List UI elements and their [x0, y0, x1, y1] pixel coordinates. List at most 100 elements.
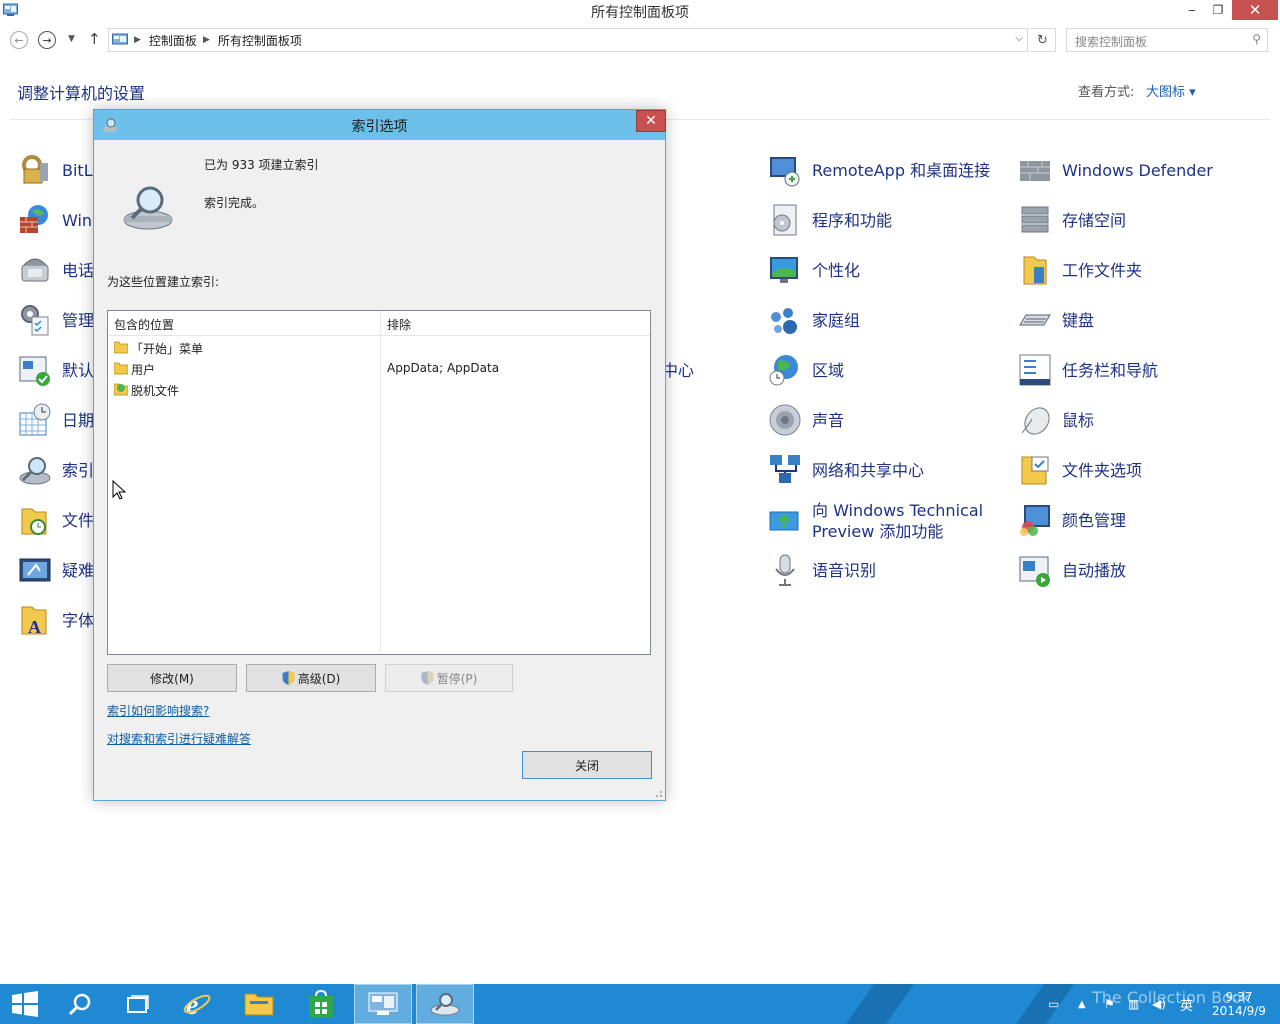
flag-icon[interactable]: ⚑: [1104, 984, 1115, 1024]
cp-item-region[interactable]: 区域: [768, 353, 844, 387]
cp-item-troubleshoot[interactable]: 疑难: [18, 553, 94, 587]
start-button[interactable]: [0, 984, 50, 1024]
cp-item-label: 程序和功能: [812, 210, 893, 230]
locations-table[interactable]: 包含的位置 排除 「开始」菜单 用户 AppData; AppData 脱机文件: [107, 310, 651, 655]
table-row[interactable]: 「开始」菜单: [108, 337, 650, 358]
refresh-icon[interactable]: ↻: [1030, 28, 1056, 52]
dialog-title-bar[interactable]: 索引选项 ✕: [94, 110, 666, 140]
control-panel-taskbar-button[interactable]: [354, 984, 412, 1024]
cp-item-add-features[interactable]: 向 Windows Technical Preview 添加功能: [768, 500, 1002, 542]
cp-item-homegroup[interactable]: 家庭组: [768, 303, 860, 337]
maximize-button[interactable]: ❐: [1206, 0, 1230, 20]
forward-icon[interactable]: →: [38, 31, 56, 49]
table-row[interactable]: 脱机文件: [108, 379, 650, 400]
cp-item-label: 颜色管理: [1062, 510, 1127, 530]
breadcrumb-all-items[interactable]: 所有控制面板项: [218, 32, 302, 49]
advanced-button[interactable]: 高级(D): [246, 664, 376, 692]
cp-item-bitlocker[interactable]: BitLo: [18, 153, 102, 187]
recent-locations-icon[interactable]: ▼: [68, 34, 75, 44]
cp-item-label: 区域: [812, 360, 845, 380]
cp-item-remoteapp[interactable]: RemoteApp 和桌面连接: [768, 153, 990, 187]
cp-item-date-time[interactable]: 日期: [18, 403, 94, 437]
action-center-icon[interactable]: ▭: [1048, 984, 1059, 1024]
cp-item-label: 声音: [812, 410, 845, 430]
cp-item-firewall[interactable]: Win: [18, 203, 92, 237]
search-taskbar-button[interactable]: [60, 984, 100, 1024]
how-indexing-affects-link[interactable]: 索引如何影响搜索?: [107, 702, 209, 719]
indexing-taskbar-button[interactable]: [416, 984, 474, 1024]
advanced-button-label: 高级(D): [297, 671, 341, 686]
cp-item-personalization[interactable]: 个性化: [768, 253, 860, 287]
cp-item-indexing[interactable]: 索引: [18, 453, 94, 487]
dialog-title: 索引选项: [351, 119, 408, 135]
chevron-right-icon[interactable]: ▶: [203, 35, 210, 45]
admin-tools-icon: [21, 305, 49, 336]
cp-item-admin-tools[interactable]: 管理: [18, 303, 94, 337]
resize-grip-icon[interactable]: [653, 788, 663, 798]
task-view-button[interactable]: [118, 984, 158, 1024]
ime-indicator[interactable]: 英: [1180, 984, 1193, 1024]
view-by-dropdown[interactable]: 大图标 ▾: [1146, 81, 1196, 100]
store-icon: [309, 990, 333, 1018]
cp-item-defender[interactable]: Windows Defender: [1018, 153, 1213, 187]
close-button[interactable]: ✕: [1232, 0, 1278, 20]
mouse-icon: [1021, 407, 1050, 435]
default-programs-icon: [19, 356, 50, 386]
cp-item-storage[interactable]: 存储空间: [1018, 203, 1126, 237]
troubleshoot-link[interactable]: 对搜索和索引进行疑难解答: [107, 730, 251, 747]
cp-item-label: RemoteApp 和桌面连接: [812, 160, 991, 180]
locations-label: 为这些位置建立索引:: [107, 275, 220, 289]
clock[interactable]: 9:37 2014/9/9: [1204, 990, 1274, 1018]
cp-item-autoplay[interactable]: 自动播放: [1018, 553, 1126, 587]
cp-item-label: 网络和共享中心: [812, 460, 925, 480]
volume-icon[interactable]: ◀): [1152, 984, 1166, 1024]
firewall-icon: [20, 205, 48, 233]
file-explorer-taskbar-button[interactable]: [238, 984, 280, 1024]
cp-item-color-mgmt[interactable]: 颜色管理: [1018, 503, 1126, 537]
minimize-button[interactable]: ‒: [1180, 0, 1204, 20]
file-history-icon: [21, 508, 47, 535]
taskbar-decoration: [845, 984, 915, 1024]
location-excluded: AppData; AppData: [387, 361, 500, 375]
cp-item-label: 电话: [62, 260, 95, 280]
cp-item-programs[interactable]: 程序和功能: [768, 203, 892, 237]
folder-options-icon: [1021, 456, 1049, 485]
back-icon[interactable]: ←: [10, 31, 28, 49]
address-bar[interactable]: ▶ 控制面板 ▶ 所有控制面板项 ⌵: [108, 28, 1028, 52]
column-included[interactable]: 包含的位置: [114, 316, 174, 333]
store-taskbar-button[interactable]: [300, 984, 342, 1024]
column-excluded[interactable]: 排除: [387, 316, 411, 333]
cp-item-phone[interactable]: 电话: [18, 253, 94, 287]
ie-taskbar-button[interactable]: e: [176, 984, 218, 1024]
speech-icon: [775, 554, 795, 586]
up-icon[interactable]: ↑: [88, 30, 101, 48]
cp-item-partial-label[interactable]: 中心: [662, 360, 694, 381]
cp-item-default-programs[interactable]: 默认: [18, 353, 94, 387]
cp-item-work-folders[interactable]: 工作文件夹: [1018, 253, 1142, 287]
network-tray-icon[interactable]: ▥: [1128, 984, 1139, 1024]
breadcrumb-control-panel[interactable]: 控制面板: [149, 32, 197, 49]
modify-button[interactable]: 修改(M): [107, 664, 237, 692]
title-bar: 所有控制面板项 ‒ ❐ ✕: [0, 0, 1280, 22]
cp-item-label: 向 Windows Technical Preview 添加功能: [812, 501, 984, 541]
cp-item-speech[interactable]: 语音识别: [768, 553, 876, 587]
cp-item-keyboard[interactable]: 键盘: [1018, 303, 1094, 337]
cp-item-sound[interactable]: 声音: [768, 403, 844, 437]
taskbar-decoration: [1015, 984, 1075, 1024]
personalization-icon: [770, 257, 798, 283]
cp-item-mouse[interactable]: 鼠标: [1018, 403, 1094, 437]
dialog-close-action-button[interactable]: 关闭: [522, 751, 652, 779]
cp-item-file-history[interactable]: 文件: [18, 503, 94, 537]
dialog-close-button[interactable]: ✕: [636, 110, 666, 132]
table-row[interactable]: 用户 AppData; AppData: [108, 358, 650, 379]
search-icon[interactable]: ⚲: [1252, 32, 1261, 46]
pause-button[interactable]: 暂停(P): [385, 664, 513, 692]
cp-item-fonts[interactable]: A 字体: [18, 603, 94, 637]
show-hidden-icons-icon[interactable]: ▲: [1078, 984, 1086, 1024]
cp-item-taskbar-nav[interactable]: 任务栏和导航: [1018, 353, 1158, 387]
chevron-right-icon: ▶: [134, 35, 141, 45]
cp-item-network[interactable]: 网络和共享中心: [768, 453, 924, 487]
search-input[interactable]: 搜索控制面板 ⚲: [1066, 28, 1268, 52]
chevron-down-icon[interactable]: ⌵: [1015, 33, 1023, 44]
cp-item-folder-options[interactable]: 文件夹选项: [1018, 453, 1142, 487]
